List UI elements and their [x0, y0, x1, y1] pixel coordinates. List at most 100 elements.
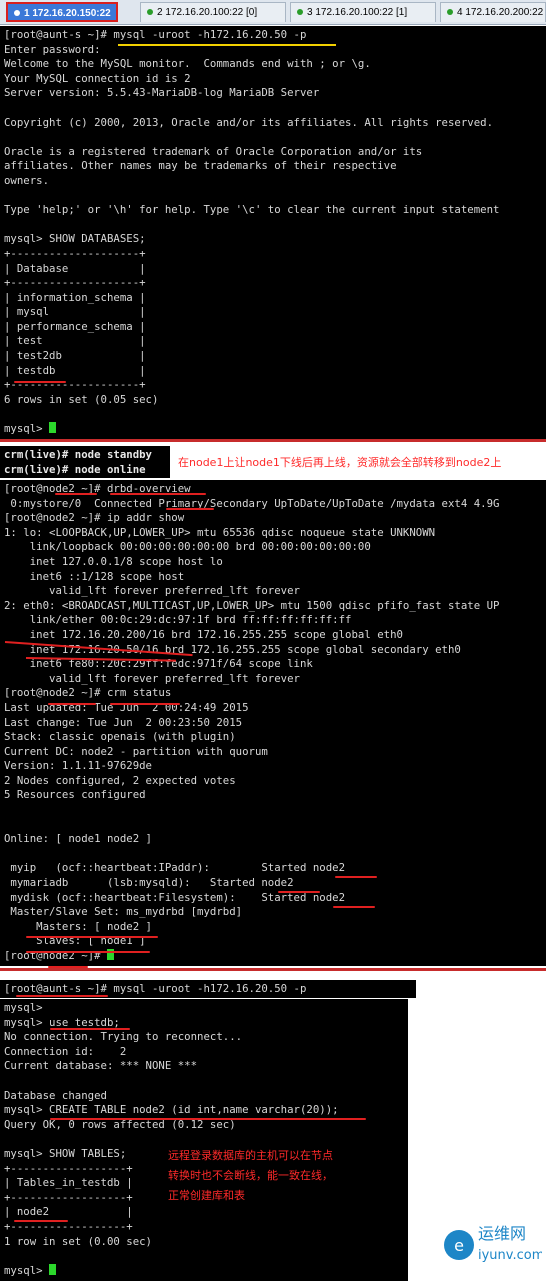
terminal-line: mysql>: [4, 1001, 43, 1014]
terminal-line: Master/Slave Set: ms_mydrbd [mydrbd]: [4, 905, 243, 919]
terminal-line: Last change: Tue Jun 2 00:23:50 2015: [4, 715, 243, 729]
terminal-line: | mysql |: [4, 305, 146, 319]
terminal-line: 6 rows in set (0.05 sec): [4, 392, 159, 406]
tab-number: 1: [24, 8, 30, 19]
terminal-line: link/ether 00:0c:29:dc:97:1f brd ff:ff:f…: [4, 613, 352, 627]
terminal-line: | testdb |: [4, 363, 146, 377]
node2-table-underline: [14, 1220, 68, 1222]
use-testdb-underline: [50, 1028, 130, 1030]
testdb-underline: [14, 381, 66, 383]
session-tab-1[interactable]: 1 172.16.20.150:22: [6, 2, 118, 22]
terminal-line: Oracle is a registered trademark of Orac…: [4, 144, 423, 158]
terminal-line: Stack: classic openais (with plugin): [4, 730, 236, 744]
terminal-mysql-client[interactable]: [root@aunt-s ~]# mysql -uroot -h172.16.2…: [0, 26, 546, 440]
annotation-line: 远程登录数据库的主机可以在节点: [168, 1149, 333, 1162]
terminal-line: +--------------------+: [4, 276, 146, 290]
terminal-output: mysql> mysql> use testdb; No connection.…: [0, 999, 408, 1278]
terminal-line: crm(live)# node online: [4, 462, 146, 476]
terminal-line: 2: eth0: <BROADCAST,MULTICAST,UP,LOWER_U…: [4, 598, 500, 612]
terminal-line: +------------------+: [4, 1190, 133, 1204]
terminal-line: | Tables_in_testdb |: [4, 1176, 133, 1190]
terminal-line: mysql> SHOW DATABASES;: [4, 232, 146, 246]
terminal-line: Database changed: [4, 1088, 107, 1102]
masters-underline: [26, 936, 158, 938]
connected-icon: [447, 9, 453, 15]
mydisk-node-underline: [333, 906, 375, 908]
terminal-line: valid_lft forever preferred_lft forever: [4, 584, 300, 598]
terminal-line: Enter password:: [4, 42, 101, 56]
terminal-line: 5 Resources configured: [4, 788, 146, 802]
terminal-line: mymariadb (lsb:mysqld): Started node2: [4, 876, 294, 890]
terminal-line: Current DC: node2 - partition with quoru…: [4, 744, 268, 758]
terminal-output: [root@aunt-s ~]# mysql -uroot -h172.16.2…: [0, 26, 546, 437]
svg-text:e: e: [454, 1236, 464, 1255]
primary-underline: [166, 508, 214, 510]
terminal-line: mysql>: [4, 422, 50, 436]
myip-node-underline: [335, 876, 377, 878]
cursor-icon: [49, 1263, 57, 1275]
terminal-line: inet 127.0.0.1/8 scope host lo: [4, 554, 223, 568]
terminal-line: link/loopback 00:00:00:00:00:00 brd 00:0…: [4, 540, 371, 554]
annotation-note: 在node1上让node1下线后再上线，资源就会全部转移到node2上: [178, 456, 502, 469]
node2-prompt-underline: [55, 493, 97, 495]
annotation-line: 正常创建库和表: [168, 1189, 245, 1202]
watermark-brand: 运维网: [478, 1224, 526, 1243]
terminal-line: inet 172.16.20.50/16 brd 172.16.255.255 …: [4, 642, 461, 656]
terminal-line: | performance_schema |: [4, 319, 146, 333]
slaves-underline: [26, 951, 150, 953]
session-tab-3[interactable]: 3 172.16.20.100:22 [1]: [290, 2, 436, 22]
terminal-line: Version: 1.1.11-97629de: [4, 759, 152, 773]
mymariadb-node-underline: [278, 891, 320, 893]
terminal-line: Current database: *** NONE ***: [4, 1059, 198, 1073]
terminal-line: valid_lft forever preferred_lft forever: [4, 671, 300, 685]
tab-label: 172.16.20.150:22: [32, 8, 111, 19]
tab-number: 2: [157, 7, 163, 18]
tab-number: 4: [457, 7, 463, 18]
aunt-s-prompt-underline: [16, 995, 108, 997]
terminal-line: Masters: [ node2 ]: [4, 919, 152, 933]
session-tab-4[interactable]: 4 172.16.20.200:22: [440, 2, 546, 22]
terminal-output: [root@node2 ~]# drbd-overview 0:mystore/…: [0, 480, 546, 964]
terminal-line: owners.: [4, 173, 50, 187]
terminal-node2[interactable]: [root@node2 ~]# drbd-overview 0:mystore/…: [0, 480, 546, 966]
terminal-line: | test |: [4, 334, 146, 348]
tab-label: 172.16.20.100:22 [1]: [315, 7, 408, 18]
terminal-line: Server version: 5.5.43-MariaDB-log Maria…: [4, 86, 320, 100]
session-tab-bar: 1 172.16.20.150:22 2 172.16.20.100:22 [0…: [0, 0, 546, 25]
terminal-line: mysql> SHOW TABLES;: [4, 1146, 127, 1160]
section-divider: [0, 968, 546, 971]
terminal-mysql-remote[interactable]: mysql> mysql> use testdb; No connection.…: [0, 999, 408, 1281]
terminal-line: Your MySQL connection id is 2: [4, 71, 191, 85]
terminal-crm-shell[interactable]: crm(live)# node standby crm(live)# node …: [0, 446, 170, 478]
terminal-line: Type 'help;' or '\h' for help. Type '\c'…: [4, 203, 500, 217]
terminal-line: | node2 |: [4, 1205, 133, 1219]
connected-icon: [147, 9, 153, 15]
annotation-note: 远程登录数据库的主机可以在节点 转换时也不会断线，能一致在线， 正常创建库和表: [168, 1146, 333, 1206]
terminal-line: 1: lo: <LOOPBACK,UP,LOWER_UP> mtu 65536 …: [4, 525, 436, 539]
terminal-line: | test2db |: [4, 349, 146, 363]
watermark-domain: iyunv.com: [478, 1248, 542, 1263]
iyunv-watermark-logo: e 运维网 iyunv.com: [444, 1224, 542, 1263]
terminal-line: crm(live)# node standby: [4, 448, 152, 461]
terminal-line: +--------------------+: [4, 246, 146, 260]
terminal-line: [root@node2 ~]# crm status: [4, 686, 172, 700]
terminal-line: inet 172.16.20.200/16 brd 172.16.255.255…: [4, 627, 403, 641]
tab-number: 3: [307, 7, 313, 18]
terminal-line: Welcome to the MySQL monitor. Commands e…: [4, 57, 371, 71]
session-tab-2[interactable]: 2 172.16.20.100:22 [0]: [140, 2, 286, 22]
terminal-line: mysql> use testdb;: [4, 1015, 120, 1029]
cursor-icon: [49, 422, 57, 434]
terminal-line: Copyright (c) 2000, 2013, Oracle and/or …: [4, 115, 494, 129]
terminal-line: 2 Nodes configured, 2 expected votes: [4, 773, 236, 787]
terminal-line: inet6 ::1/128 scope host: [4, 569, 185, 583]
annotation-line: 转换时也不会断线，能一致在线，: [168, 1169, 333, 1182]
command-highlight: [118, 44, 336, 46]
terminal-line: 0:mystore/0 Connected Primary/Secondary …: [4, 496, 500, 510]
terminal-line: [root@node2 ~]# ip addr show: [4, 511, 185, 525]
terminal-line: affiliates. Other names may be trademark…: [4, 159, 397, 173]
terminal-line: No connection. Trying to reconnect...: [4, 1030, 243, 1044]
terminal-line: +------------------+: [4, 1161, 133, 1175]
terminal-line: myip (ocf::heartbeat:IPaddr): Started no…: [4, 861, 346, 875]
terminal-line: Online: [ node1 node2 ]: [4, 832, 152, 846]
terminal-line: | Database |: [4, 261, 146, 275]
